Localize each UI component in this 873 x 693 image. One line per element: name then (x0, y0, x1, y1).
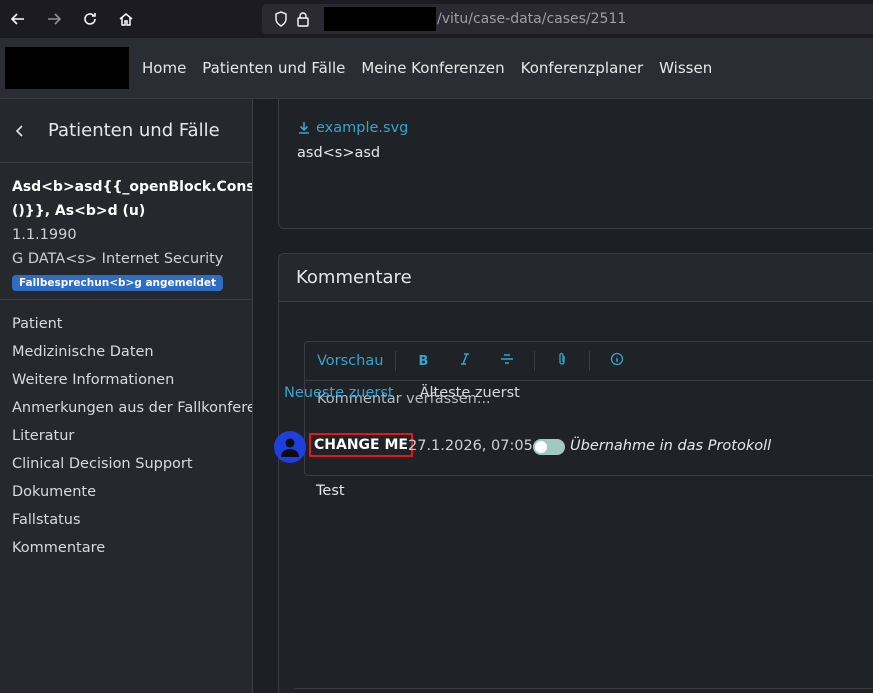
sidebar-menu: Patient Medizinische Daten Weitere Infor… (0, 300, 252, 564)
reload-icon[interactable] (72, 0, 108, 38)
url-path: /vitu/case-data/cases/2511 (437, 11, 627, 27)
patient-name: Asd<b>asd{{_openBlock.Construc (12, 179, 253, 195)
patient-birthdate: 1.1.1990 (12, 227, 77, 243)
lock-icon[interactable] (292, 11, 314, 27)
sidebar-item-literature[interactable]: Literatur (0, 424, 252, 452)
sidebar-item-cds[interactable]: Clinical Decision Support (0, 452, 252, 480)
divider (395, 351, 397, 371)
user-icon (281, 438, 299, 457)
file-download-link[interactable]: example.svg (297, 120, 408, 136)
sidebar-header: Patienten und Fälle (0, 99, 252, 163)
forward-icon[interactable] (36, 0, 72, 38)
comment-timestamp: 27.1.2026, 07:05 (408, 438, 533, 454)
protocol-label: Übernahme in das Protokoll (570, 438, 772, 454)
main-content: example.svg asd<s>asd Kommentare Vorscha… (254, 99, 873, 693)
sidebar-item-conference-notes[interactable]: Anmerkungen aus der Fallkonfere (0, 396, 252, 424)
file-name[interactable]: example.svg (316, 120, 408, 136)
nav-patients[interactable]: Patienten und Fälle (202, 59, 345, 77)
sidebar-item-patient[interactable]: Patient (0, 312, 252, 340)
browser-toolbar: /vitu/case-data/cases/2511 (0, 0, 873, 38)
redacted-host (324, 7, 436, 31)
comments-title: Kommentare (279, 254, 873, 302)
preview-button[interactable]: Vorschau (317, 353, 383, 369)
chevron-left-icon[interactable] (0, 124, 40, 138)
comments-card: Kommentare Vorschau B Kommentar verfasse… (278, 253, 873, 693)
app-logo[interactable] (5, 47, 129, 89)
status-badge: Fallbesprechun<b>g angemeldet (12, 275, 223, 291)
avatar (274, 431, 306, 463)
editor-toolbar: Vorschau B (305, 342, 873, 381)
document-description: asd<s>asd (297, 145, 381, 161)
download-icon (299, 122, 309, 134)
info-icon[interactable] (602, 352, 632, 370)
document-card: example.svg asd<s>asd (278, 99, 873, 229)
patient-insurance: G DATA<s> Internet Security (12, 251, 224, 267)
sort-oldest-button[interactable]: Älteste zuerst (420, 385, 520, 401)
divider (589, 351, 591, 371)
comment-author: CHANGE ME (309, 433, 413, 457)
sidebar-item-documents[interactable]: Dokumente (0, 480, 252, 508)
sidebar: Patienten und Fälle Asd<b>asd{{_openBloc… (0, 99, 253, 693)
paperclip-icon[interactable] (547, 352, 577, 370)
top-navigation: Home Patienten und Fälle Meine Konferenz… (0, 38, 873, 99)
sidebar-title[interactable]: Patienten und Fälle (48, 120, 220, 141)
shield-icon[interactable] (270, 11, 292, 27)
sort-newest-button[interactable]: Neueste zuerst (284, 385, 394, 401)
sidebar-item-further-info[interactable]: Weitere Informationen (0, 368, 252, 396)
sidebar-item-comments[interactable]: Kommentare (0, 536, 252, 564)
italic-icon[interactable] (450, 353, 480, 369)
nav-knowledge[interactable]: Wissen (659, 59, 712, 77)
divider (534, 351, 536, 371)
sidebar-item-medical-data[interactable]: Medizinische Daten (0, 340, 252, 368)
comment-text: Test (316, 483, 345, 499)
back-icon[interactable] (0, 0, 36, 38)
patient-name-cont: ()}}, As<b>d (u) (12, 203, 146, 219)
divider (294, 688, 873, 689)
nav-conference-planner[interactable]: Konferenzplaner (521, 59, 644, 77)
nav-my-conferences[interactable]: Meine Konferenzen (361, 59, 504, 77)
sort-options: Neueste zuerst Älteste zuerst (284, 385, 520, 401)
nav-home[interactable]: Home (142, 59, 186, 77)
bold-icon[interactable]: B (408, 354, 438, 369)
url-bar[interactable]: /vitu/case-data/cases/2511 (262, 4, 873, 34)
patient-summary: Asd<b>asd{{_openBlock.Construc ()}}, As<… (0, 163, 252, 300)
sidebar-item-case-status[interactable]: Fallstatus (0, 508, 252, 536)
protocol-toggle[interactable] (533, 439, 565, 455)
home-icon[interactable] (108, 0, 144, 38)
strikethrough-icon[interactable] (492, 353, 522, 369)
